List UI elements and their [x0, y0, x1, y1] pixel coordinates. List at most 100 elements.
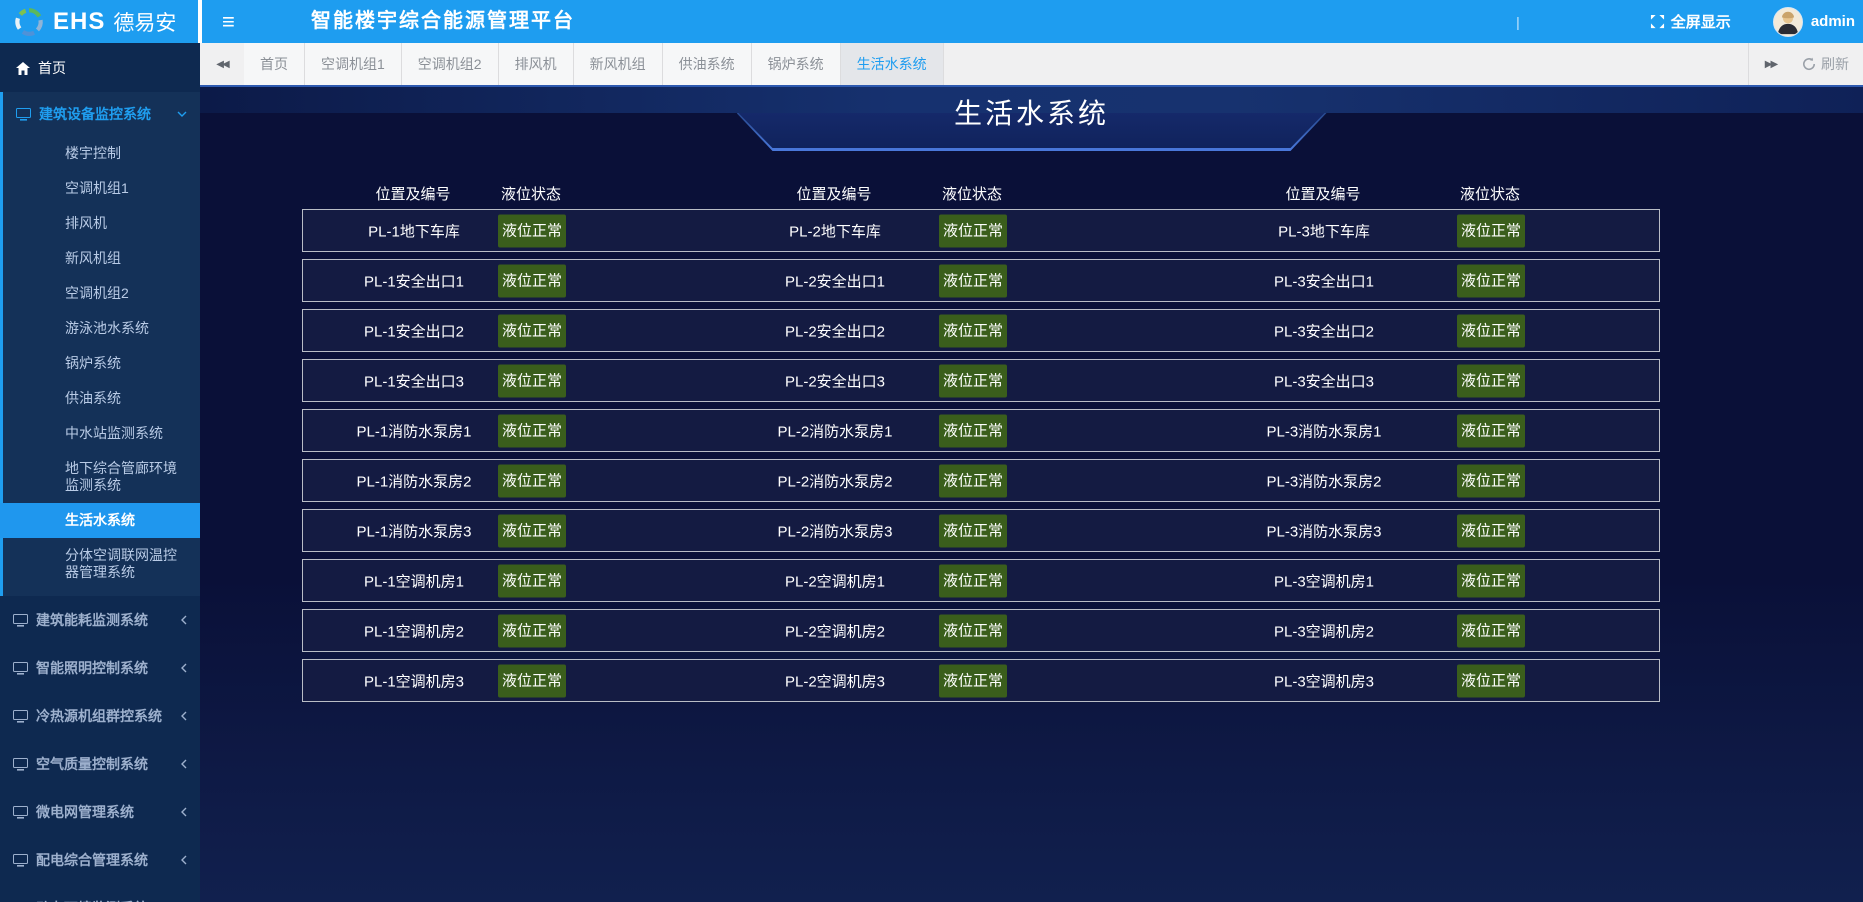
status-badge: 液位正常 [1457, 464, 1525, 497]
refresh-icon [1802, 57, 1816, 71]
sidebar-home-label: 首页 [38, 58, 66, 78]
app-window: EHS 德易安 ≡ 智能楼宇综合能源管理平台 | 全屏显示 [0, 0, 1863, 902]
chevron-left-icon [181, 759, 187, 769]
brand-logo[interactable]: EHS 德易安 [0, 0, 198, 43]
status-badge: 液位正常 [939, 514, 1007, 547]
tab[interactable]: 新风机组 × [574, 43, 663, 85]
sidebar-submenu-item[interactable]: 中水站监测系统 [3, 416, 200, 451]
sidebar-group-collapsed[interactable]: 动力环境监测系统 [0, 884, 200, 902]
tab[interactable]: 排风机 × [499, 43, 574, 85]
sidebar-submenu-item[interactable]: 地下综合管廊环境监测系统 [3, 451, 200, 503]
location-label: PL-1安全出口1 [364, 270, 464, 291]
chevron-left-icon [181, 807, 187, 817]
status-badge: 液位正常 [939, 214, 1007, 247]
location-label: PL-1空调机房3 [364, 670, 464, 691]
tab[interactable]: 生活水系统 × [841, 43, 944, 85]
status-badge: 液位正常 [939, 314, 1007, 347]
status-badge: 液位正常 [939, 564, 1007, 597]
status-badge: 液位正常 [939, 464, 1007, 497]
status-badge: 液位正常 [939, 264, 1007, 297]
tab[interactable]: 首页 × [244, 43, 305, 85]
sidebar-group-collapsed[interactable]: 智能照明控制系统 [0, 644, 200, 692]
monitor-icon [16, 108, 31, 121]
column-header: 液位状态 [1460, 183, 1520, 204]
sidebar-group-collapsed[interactable]: 微电网管理系统 [0, 788, 200, 836]
location-label: PL-1安全出口2 [364, 320, 464, 341]
tab-label: 供油系统 [679, 54, 735, 74]
sidebar-submenu-item[interactable]: 空调机组1 [3, 171, 200, 206]
status-badge: 液位正常 [939, 364, 1007, 397]
sidebar-submenu-item[interactable]: 楼宇控制 [3, 136, 200, 171]
header-right-controls: | 全屏显示 admin [1516, 0, 1855, 43]
chevron-left-icon [181, 615, 187, 625]
platform-title: 智能楼宇综合能源管理平台 [311, 0, 575, 43]
avatar-person-icon [1774, 8, 1802, 36]
status-badge: 液位正常 [939, 664, 1007, 697]
sidebar-group-collapsed[interactable]: 冷热源机组群控系统 [0, 692, 200, 740]
main-content: 生活水系统 位置及编号 液位状态 位置及编号 液位状态 位置及编号 液位状态 P… [200, 85, 1863, 902]
status-badge: 液位正常 [498, 564, 566, 597]
location-label: PL-2消防水泵房3 [777, 520, 892, 541]
tab-label: 生活水系统 [857, 54, 927, 74]
location-label: PL-3地下车库 [1278, 220, 1370, 241]
tab[interactable]: 空调机组2 × [402, 43, 499, 85]
monitor-icon [13, 854, 28, 867]
avatar[interactable] [1773, 7, 1803, 37]
sidebar-group-label: 冷热源机组群控系统 [36, 706, 162, 726]
header-seam [198, 0, 202, 43]
top-header: EHS 德易安 ≡ 智能楼宇综合能源管理平台 | 全屏显示 [0, 0, 1863, 43]
sidebar-group-toggle[interactable]: 建筑设备监控系统 [3, 92, 200, 136]
fullscreen-button[interactable]: 全屏显示 [1650, 11, 1731, 32]
tab-label: 锅炉系统 [768, 54, 824, 74]
username[interactable]: admin [1811, 13, 1855, 30]
table-row: PL-1安全出口3 液位正常 PL-2安全出口3 液位正常 PL-3安全出口3 … [302, 359, 1660, 402]
column-header: 位置及编号 [796, 183, 871, 204]
status-badge: 液位正常 [498, 464, 566, 497]
location-label: PL-1安全出口3 [364, 370, 464, 391]
sidebar-group-collapsed[interactable]: 配电综合管理系统 [0, 836, 200, 884]
sidebar-submenu-item[interactable]: 游泳池水系统 [3, 311, 200, 346]
tabs-scroll-right-button[interactable]: ▶▶ [1748, 43, 1792, 85]
column-header: 液位状态 [942, 183, 1002, 204]
location-label: PL-2地下车库 [789, 220, 881, 241]
sidebar-submenu-item[interactable]: 空调机组2 [3, 276, 200, 311]
sidebar-item-home[interactable]: 首页 [0, 43, 200, 92]
status-badge: 液位正常 [1457, 214, 1525, 247]
location-label: PL-1消防水泵房2 [356, 470, 471, 491]
tab[interactable]: 供油系统 × [663, 43, 752, 85]
location-label: PL-3空调机房3 [1274, 670, 1374, 691]
location-label: PL-2空调机房2 [785, 620, 885, 641]
location-label: PL-2安全出口3 [785, 370, 885, 391]
sidebar-submenu-item[interactable]: 排风机 [3, 206, 200, 241]
refresh-button[interactable]: 刷新 [1792, 43, 1863, 85]
status-badge: 液位正常 [498, 514, 566, 547]
status-badge: 液位正常 [1457, 314, 1525, 347]
sidebar-submenu-item[interactable]: 分体空调联网温控器管理系统 [3, 538, 200, 590]
brand-name-en: EHS [53, 8, 105, 36]
sidebar-submenu-item[interactable]: 生活水系统 [0, 503, 200, 538]
location-label: PL-2消防水泵房2 [777, 470, 892, 491]
location-label: PL-2消防水泵房1 [777, 420, 892, 441]
sidebar-group-collapsed[interactable]: 建筑能耗监测系统 [0, 596, 200, 644]
location-label: PL-3安全出口1 [1274, 270, 1374, 291]
tab[interactable]: 锅炉系统 × [752, 43, 841, 85]
location-label: PL-2安全出口2 [785, 320, 885, 341]
tab[interactable]: 空调机组1 × [305, 43, 402, 85]
sidebar-submenu-item[interactable]: 供油系统 [3, 381, 200, 416]
tab-label: 空调机组1 [321, 54, 385, 74]
status-badge: 液位正常 [939, 414, 1007, 447]
location-label: PL-3消防水泵房3 [1266, 520, 1381, 541]
table-row: PL-1安全出口1 液位正常 PL-2安全出口1 液位正常 PL-3安全出口1 … [302, 259, 1660, 302]
monitor-icon [13, 662, 28, 675]
tabs-scroll-left-button[interactable]: ◀◀ [200, 43, 244, 85]
sidebar-toggle-button[interactable]: ≡ [222, 0, 235, 43]
table-row: PL-1消防水泵房2 液位正常 PL-2消防水泵房2 液位正常 PL-3消防水泵… [302, 459, 1660, 502]
sidebar-group-label: 建筑设备监控系统 [39, 104, 151, 124]
status-badge: 液位正常 [1457, 614, 1525, 647]
table-row: PL-1空调机房1 液位正常 PL-2空调机房1 液位正常 PL-3空调机房1 … [302, 559, 1660, 602]
sidebar-submenu-item[interactable]: 锅炉系统 [3, 346, 200, 381]
sidebar-group-collapsed[interactable]: 空气质量控制系统 [0, 740, 200, 788]
sidebar-submenu-item[interactable]: 新风机组 [3, 241, 200, 276]
status-badge: 液位正常 [1457, 564, 1525, 597]
sidebar-group-label: 建筑能耗监测系统 [36, 610, 148, 630]
